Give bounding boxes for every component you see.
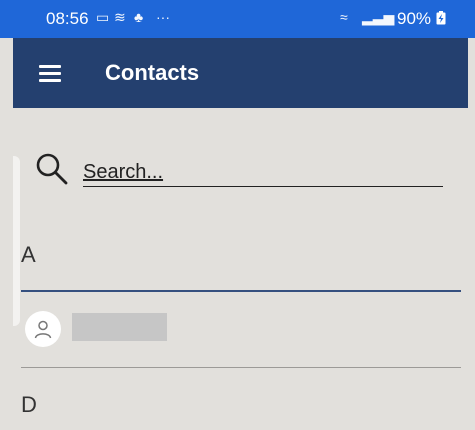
cellular-signal-icon: ▂▃▅: [362, 9, 395, 25]
drawer-handle[interactable]: [13, 156, 20, 326]
wifi-signal-icon: ≈: [340, 9, 348, 25]
person-outline-icon: [34, 320, 52, 339]
tree-icon: ♣: [134, 9, 144, 25]
status-time: 08:56: [46, 9, 89, 28]
contacts-content: A D: [13, 108, 475, 430]
section-divider: [21, 290, 461, 292]
image-icon: ▭: [96, 9, 110, 25]
section-header-d: D: [21, 392, 37, 417]
section-header-a: A: [21, 242, 36, 267]
row-divider: [21, 367, 461, 368]
search-icon[interactable]: [35, 152, 69, 186]
hamburger-menu-icon[interactable]: [39, 65, 61, 82]
battery-charging-icon: [436, 11, 446, 25]
battery-percent: 90%: [397, 9, 446, 29]
more-icon: ···: [156, 9, 170, 25]
contact-name-redacted: [72, 313, 167, 341]
avatar: [25, 311, 61, 347]
page-title: Contacts: [105, 60, 200, 85]
wifi-calling-icon: ≋: [114, 9, 126, 25]
app-bar: Contacts: [13, 38, 468, 108]
search-input[interactable]: [83, 158, 443, 187]
status-bar: 08:56 ▭ ≋ ♣ ··· ≈ ▂▃▅ 90%: [0, 0, 475, 38]
contact-list-item[interactable]: [25, 311, 455, 351]
